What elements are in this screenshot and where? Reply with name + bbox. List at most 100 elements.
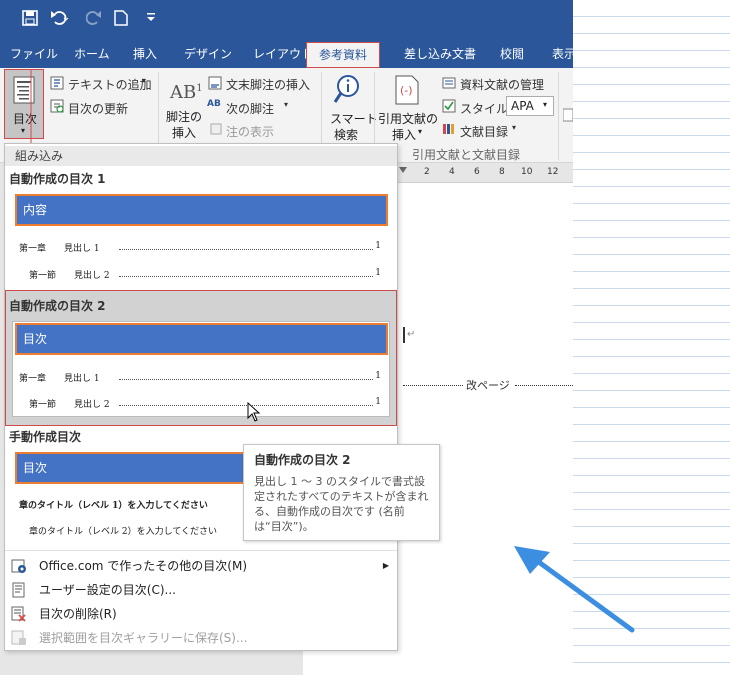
tab-review[interactable]: 校閲 [500,42,524,68]
auto-toc-2-line-2-label: 第一節 見出し 2 [29,400,110,410]
toc-leader-dots [119,276,373,277]
mouse-cursor-icon [247,402,261,422]
gallery-item-auto-toc-1[interactable]: 自動作成の目次 1 内容 第一章 見出し 1 1 第一節 見出し 2 1 [5,166,397,288]
insert-endnote-button[interactable]: 文末脚注の挿入 [226,76,310,93]
text-cursor [403,327,405,343]
horizontal-ruler[interactable]: 2 4 6 8 10 12 [397,163,573,183]
gallery-item-auto-toc-2[interactable]: 自動作成の目次 2 目次 第一章 見出し 1 1 第一節 見出し 2 1 [5,290,397,426]
chevron-down-icon: ▾ [284,100,289,109]
caption-icon [562,108,574,125]
auto-toc-1-line-1: 第一章 見出し 1 1 [19,241,381,254]
footnote-label-1: 脚注の [166,110,203,124]
delete-toc-icon [11,606,27,622]
toc-leader-dots [119,405,373,406]
annotation-blue-arrow [514,546,635,633]
add-text-button[interactable]: テキストの追加 [68,76,152,93]
menu-item-custom-toc-label: ユーザー設定の目次(C)... [39,583,176,597]
tooltip-body: 見出し 1 ～ 3 のスタイルで書式設定されたすべてのテキストが含まれる、自動作… [254,475,429,533]
redo-icon[interactable] [85,10,102,31]
show-notes-button[interactable]: 注の表示 [226,123,274,140]
page-break-line-right [515,385,573,386]
manual-toc-line-1-label: 章のタイトル（レベル 1）を入力してください [19,501,208,511]
custom-toc-icon [11,582,27,598]
citation-icon: (-) [394,74,420,109]
ruler-tick: 2 [424,167,430,177]
auto-toc-1-line-2: 第一節 見出し 2 1 [29,268,381,281]
next-footnote-icon: AB [207,99,221,109]
auto-toc-2-line-1: 第一章 見出し 1 1 [19,371,381,384]
menu-item-save-selection[interactable]: 選択範囲を目次ギャラリーに保存(S)... [5,626,397,650]
title-bar [0,0,573,42]
tab-references[interactable]: 参考資料 [306,42,381,68]
save-gallery-icon [11,630,27,646]
manual-toc-line-2: 章のタイトル（レベル 2）を入力してください [29,524,244,537]
tab-view[interactable]: 表示 [552,42,576,68]
auto-toc-1-heading: 内容 [15,194,388,226]
tooltip: 自動作成の目次 2 見出し 1 ～ 3 のスタイルで書式設定されたすべてのテキス… [243,444,440,541]
bibliography-button[interactable]: 文献目録 [460,123,508,140]
toc-gallery-dropdown: 組み込み 自動作成の目次 1 内容 第一章 見出し 1 1 第一節 見出し 2 … [4,143,398,651]
insert-footnote-button[interactable]: AB1 脚注の 挿入 [166,78,206,150]
auto-toc-2-title: 自動作成の目次 2 [9,299,106,313]
add-text-icon [50,76,64,93]
page-break-line [403,385,463,386]
auto-toc-2-line-1-label: 第一章 見出し 1 [19,374,100,384]
ruler-tick: 8 [499,167,505,177]
menu-item-delete-toc[interactable]: 目次の削除(R) [5,602,397,626]
menu-item-office-toc[interactable]: Office.com で作ったその他の目次(M) ▶ [5,554,397,578]
auto-toc-1-title: 自動作成の目次 1 [9,172,106,186]
style-select[interactable]: APA ▾ [506,96,554,116]
customize-icon[interactable] [146,10,156,30]
endnote-icon [208,76,222,93]
menu-item-delete-toc-label: 目次の削除(R) [39,607,117,621]
tab-mailings[interactable]: 差し込み文書 [404,42,476,68]
tab-design[interactable]: デザイン [184,42,232,68]
pilcrow-mark: ↵ [407,329,416,340]
chevron-down-icon: ▾ [418,127,423,136]
show-notes-icon [210,123,222,138]
tab-file[interactable]: ファイル [10,42,58,68]
smart-lookup-label-1: スマート [330,112,378,126]
smart-lookup-button[interactable]: スマート 検索 [326,74,378,150]
manual-toc-line-1: 章のタイトル（レベル 1）を入力してください [19,498,244,511]
ruler-tick: 12 [547,167,559,177]
smart-lookup-label-2: 検索 [334,128,359,142]
insert-citation-button[interactable]: (-) 引用文献の 挿入 ▾ [378,74,438,150]
new-doc-icon[interactable] [114,10,128,31]
style-icon [442,99,456,116]
auto-toc-2-line-2: 第一節 見出し 2 1 [29,397,381,410]
section-builtin: 組み込み [5,146,397,166]
ruler-tick: 10 [521,167,533,177]
tooltip-title: 自動作成の目次 2 [254,453,351,467]
menu-item-custom-toc[interactable]: ユーザー設定の目次(C)... [5,578,397,602]
undo-icon[interactable] [50,10,70,31]
auto-toc-1-line-1-label: 第一章 見出し 1 [19,244,100,254]
style-select-value: APA [511,99,534,113]
ribbon-tabs: ファイル ホーム 挿入 デザイン レイアウト 参考資料 差し込み文書 校閲 表示 [0,42,576,68]
ribbon-separator [558,72,559,160]
next-footnote-button[interactable]: 次の脚注 [226,100,274,117]
tab-home[interactable]: ホーム [74,42,110,68]
citation-label-1: 引用文献の [378,112,439,126]
ruler-tick: 4 [449,167,455,177]
auto-toc-1-line-1-page: 1 [375,241,381,251]
manage-sources-button[interactable]: 資料文献の管理 [460,76,544,93]
footnote-label-2: 挿入 [172,126,197,140]
toc-leader-dots [119,249,373,250]
ruler-indent-marker[interactable] [399,167,407,173]
manual-toc-title: 手動作成目次 [9,430,82,444]
ruler-tick: 6 [474,167,480,177]
footnote-icon: AB1 [170,82,203,103]
style-label: スタイル: [460,102,513,116]
page-break-label: 改ページ [466,379,510,392]
footnote-icon-sup: 1 [196,83,203,94]
update-toc-button[interactable]: 目次の更新 [68,100,128,117]
footnote-icon-glyph: AB [170,82,197,103]
manual-toc-line-2-label: 章のタイトル（レベル 2）を入力してください [29,527,218,537]
save-icon[interactable] [22,10,38,31]
auto-toc-1-line-2-page: 1 [375,268,381,278]
tab-layout[interactable]: レイアウト [253,42,313,68]
chevron-down-icon: ▾ [142,76,147,85]
chevron-down-icon: ▾ [543,100,548,109]
tab-insert[interactable]: 挿入 [133,42,157,68]
